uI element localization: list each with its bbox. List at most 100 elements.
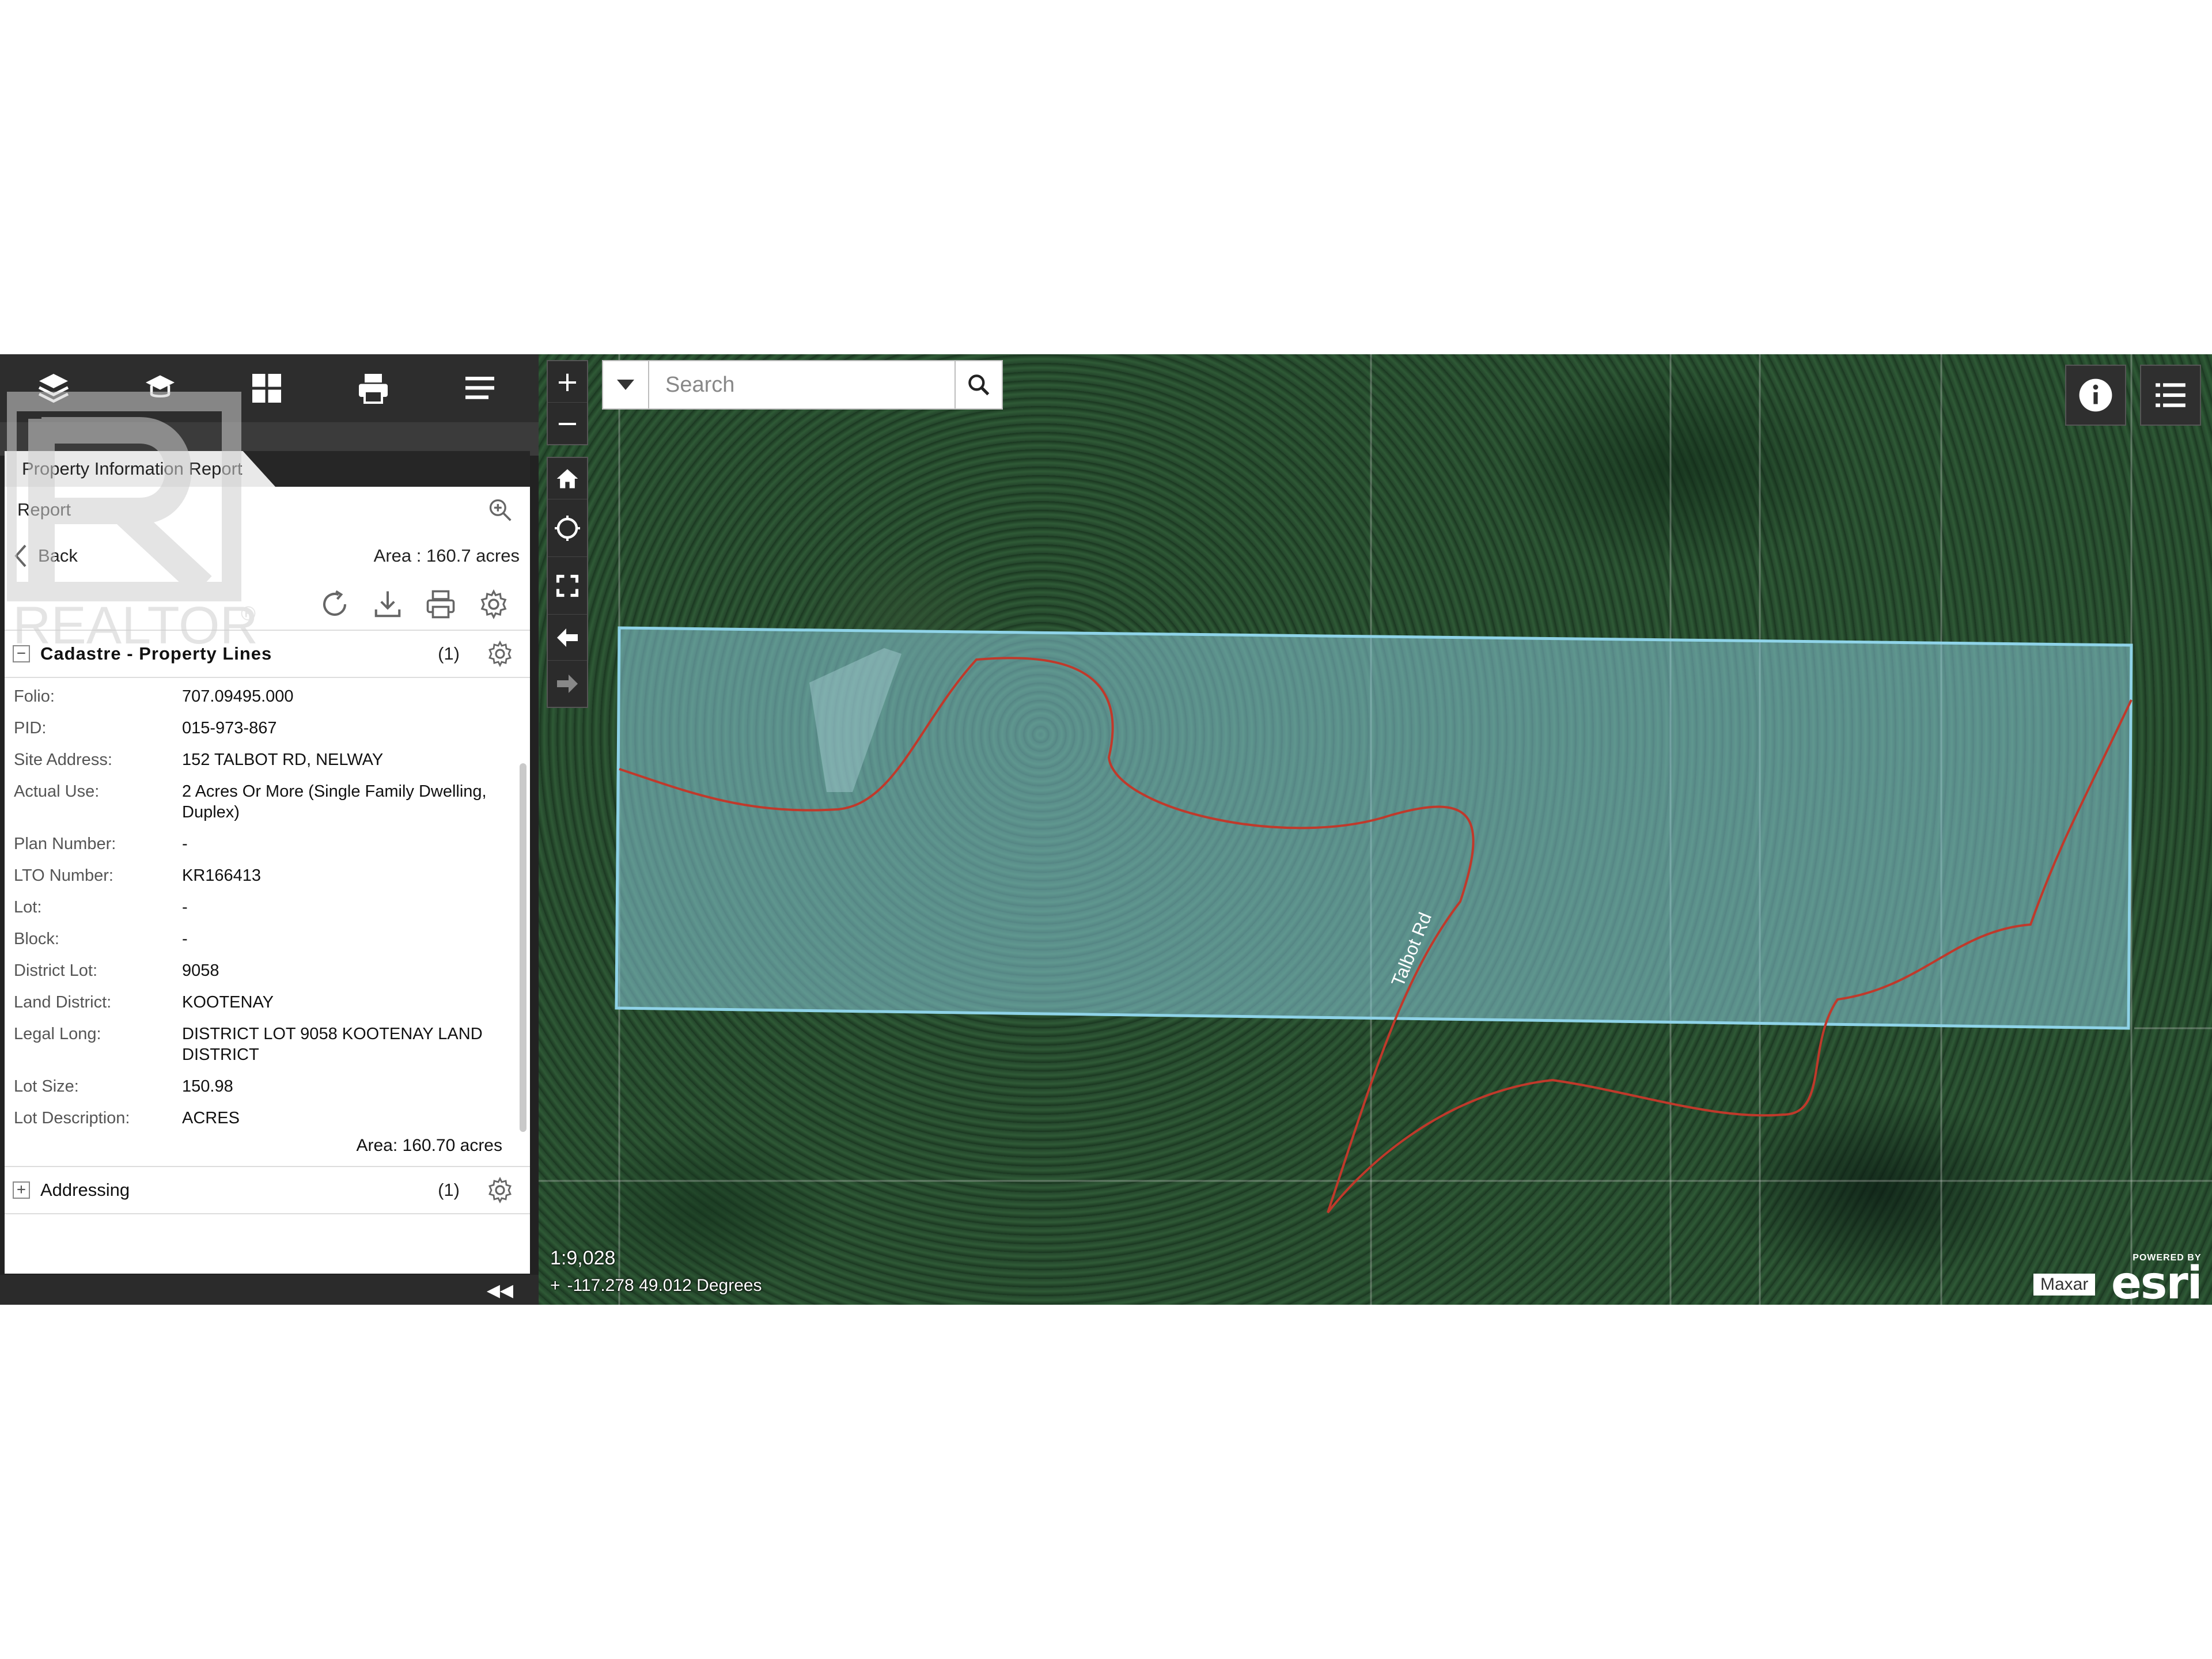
home-button[interactable]	[548, 458, 587, 499]
attribute-row: Land District: KOOTENAY	[14, 992, 530, 1013]
back-label: Back	[38, 546, 78, 566]
caret-down-icon	[617, 380, 634, 390]
search-icon	[968, 374, 990, 396]
attribute-key: Lot:	[14, 898, 42, 916]
attribute-row: Plan Number: -	[14, 834, 530, 854]
esri-brand: esri	[2111, 1257, 2203, 1305]
search-source-dropdown[interactable]	[603, 361, 649, 408]
attribute-value: 152 TALBOT RD, NELWAY	[182, 751, 384, 769]
attribute-value: KOOTENAY	[182, 993, 274, 1012]
attribute-key: Lot Description:	[14, 1109, 130, 1127]
attribution-text: Maxar	[2033, 1274, 2096, 1296]
attribute-key: Land District:	[14, 993, 112, 1012]
attribute-value: -	[182, 835, 188, 853]
coordinate-readout: + -117.278 49.012 Degrees	[550, 1276, 762, 1296]
attribute-row: Site Address: 152 TALBOT RD, NELWAY	[14, 749, 530, 770]
attribute-row: Folio: 707.09495.000	[14, 686, 530, 707]
attribute-key: Lot Size:	[14, 1077, 79, 1096]
widgets-grid-icon	[252, 374, 281, 403]
attribute-key: Legal Long:	[14, 1025, 101, 1043]
addressing-title: Addressing	[40, 1180, 130, 1200]
next-extent-button[interactable]	[548, 661, 587, 707]
attribute-key: Folio:	[14, 687, 55, 706]
back-button[interactable]: Back	[14, 544, 78, 567]
tab-property-information-report[interactable]: Property Information Report	[5, 451, 275, 487]
map-overlay: Talbot Rd	[539, 354, 2212, 1305]
print-icon	[358, 374, 388, 404]
attribute-value: 015-973-867	[182, 719, 277, 737]
scale-readout: 1:9,028	[550, 1247, 616, 1269]
report-actions	[5, 579, 530, 630]
attribute-value: 9058	[182, 961, 219, 980]
parcel-polygon[interactable]	[615, 626, 2133, 1030]
tab-row: Property Information Report	[5, 451, 530, 487]
collapse-toggle-icon[interactable]: −	[13, 645, 30, 662]
fullscreen-button[interactable]	[548, 557, 587, 615]
attribute-row: Legal Long: DISTRICT LOT 9058 KOOTENAY LA…	[14, 1024, 530, 1065]
widgets-button[interactable]	[213, 354, 320, 422]
refresh-icon[interactable]	[319, 589, 350, 620]
attribute-row: PID: 015-973-867	[14, 718, 530, 738]
attribute-key: LTO Number:	[14, 866, 113, 885]
cadastre-section-header[interactable]: − Cadastre - Property Lines (1)	[5, 630, 530, 678]
attribute-value: ACRES	[182, 1109, 240, 1127]
coordinate-text: -117.278 49.012 Degrees	[567, 1276, 762, 1295]
settings-icon[interactable]	[486, 1176, 514, 1204]
list-icon	[2156, 383, 2186, 407]
search-box	[602, 360, 1003, 410]
settings-icon[interactable]	[478, 589, 509, 620]
map-view[interactable]: Talbot Rd + − Search 1:9,028 + -117.278 …	[539, 354, 2212, 1305]
attribute-key: PID:	[14, 719, 47, 737]
layers-button[interactable]	[0, 354, 107, 422]
report-card: Report Back Area : 160.7 acres − Cadastr	[5, 487, 530, 1274]
cadastre-title: Cadastre - Property Lines	[40, 643, 272, 664]
attribute-value: -	[182, 898, 188, 916]
zoom-out-button[interactable]: −	[548, 403, 587, 444]
print-toolbar-button[interactable]	[320, 354, 426, 422]
menu-button[interactable]	[426, 354, 533, 422]
basemap-icon	[145, 375, 175, 397]
scrollbar[interactable]	[520, 763, 527, 1132]
arrow-right-icon	[557, 675, 578, 693]
esri-logo: POWERED BY esri	[2111, 1253, 2203, 1305]
attribute-key: Plan Number:	[14, 835, 116, 853]
attribute-row: Lot: -	[14, 897, 530, 918]
attribute-row: Lot Description: ACRES	[14, 1108, 530, 1128]
chevron-left-icon	[14, 544, 26, 567]
app-window: Talbot Rd + − Search 1:9,028 + -117.278 …	[0, 354, 2212, 1305]
search-button[interactable]	[955, 361, 1002, 408]
collapse-panel-button[interactable]: ◀◀	[487, 1281, 513, 1301]
fullscreen-icon	[556, 574, 579, 597]
attribute-value: 707.09495.000	[182, 687, 294, 706]
nav-controls	[547, 457, 588, 708]
attribute-value: 2 Acres Or More (Single Family Dwelling,…	[182, 782, 487, 821]
attribute-value: 150.98	[182, 1077, 233, 1096]
tab-label: Property Information Report	[22, 459, 243, 479]
layers-icon	[38, 374, 69, 403]
locate-button[interactable]	[548, 499, 587, 557]
attribute-row: District Lot: 9058	[14, 960, 530, 981]
zoom-in-button[interactable]: +	[548, 361, 587, 403]
settings-icon[interactable]	[486, 640, 514, 668]
property-attributes: Folio: 707.09495.000 PID: 015-973-867 Site…	[5, 678, 530, 1156]
download-icon[interactable]	[372, 589, 403, 620]
zoom-to-icon[interactable]	[487, 497, 513, 522]
attribute-key: Actual Use:	[14, 782, 100, 801]
back-row: Back Area : 160.7 acres	[5, 533, 530, 579]
info-button[interactable]	[2065, 365, 2126, 426]
cadastre-count: (1)	[438, 643, 460, 664]
home-icon	[556, 469, 578, 488]
crosshair-icon: +	[550, 1276, 560, 1295]
basemap-button[interactable]	[107, 354, 213, 422]
legend-list-button[interactable]	[2140, 365, 2201, 426]
attribute-value: -	[182, 930, 188, 948]
attribute-key: Block:	[14, 930, 59, 948]
previous-extent-button[interactable]	[548, 615, 587, 661]
area-total: Area: 160.70 acres	[356, 1136, 503, 1155]
toolbar	[0, 354, 539, 422]
expand-toggle-icon[interactable]: +	[13, 1181, 30, 1199]
print-icon[interactable]	[425, 589, 456, 620]
search-input[interactable]	[649, 361, 955, 408]
addressing-section-header[interactable]: + Addressing (1)	[5, 1166, 530, 1214]
attribute-value: KR166413	[182, 866, 262, 885]
